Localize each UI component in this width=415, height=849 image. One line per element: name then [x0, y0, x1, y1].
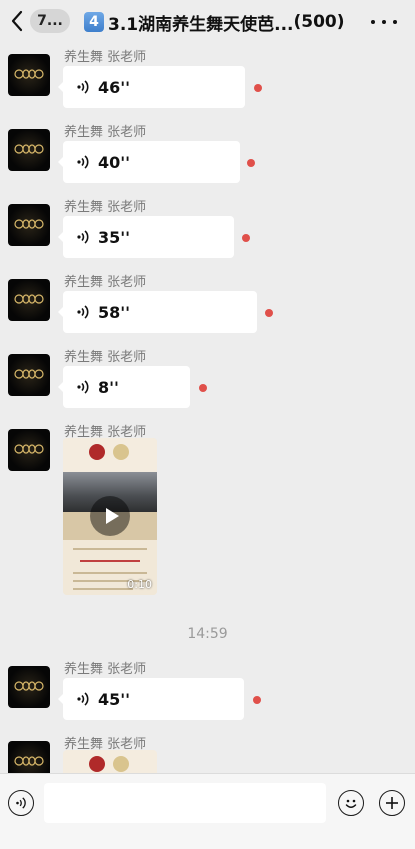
avatar-logo-icon	[14, 294, 44, 304]
voice-message-bubble[interactable]: 45''	[58, 678, 244, 720]
chat-title[interactable]: 4 3.1湖南养生舞天使芭... (500)	[84, 9, 354, 35]
sender-name: 养生舞 张老师	[64, 200, 147, 215]
chevron-left-icon	[11, 10, 23, 32]
play-icon	[105, 508, 119, 524]
unread-dot	[254, 84, 262, 92]
thumbnail-line	[73, 548, 147, 550]
thumbnail-line	[73, 572, 147, 574]
sender-name: 养生舞 张老师	[64, 125, 147, 140]
keycap-digit-four-icon: 4	[84, 12, 104, 32]
voice-wave-icon	[77, 80, 89, 94]
video-logo-icon	[113, 756, 129, 772]
more-options-button[interactable]	[371, 12, 397, 32]
message-row: 养生舞 张老师 35''	[0, 196, 415, 266]
voice-message-bubble[interactable]: 46''	[58, 66, 245, 108]
unread-dot	[253, 696, 261, 704]
voice-wave-icon	[77, 230, 89, 244]
sender-name: 养生舞 张老师	[64, 275, 147, 290]
voice-duration: 35''	[98, 227, 131, 247]
voice-duration: 8''	[98, 377, 119, 397]
chat-screen: 7... 4 3.1湖南养生舞天使芭... (500) 养生舞 张老师 46''…	[0, 0, 415, 849]
voice-wave-icon	[77, 692, 89, 706]
avatar[interactable]	[8, 279, 50, 321]
avatar[interactable]	[8, 666, 50, 708]
avatar[interactable]	[8, 354, 50, 396]
sender-name: 养生舞 张老师	[64, 350, 147, 365]
emoji-button[interactable]	[338, 790, 364, 816]
unread-dot	[247, 159, 255, 167]
thumbnail-line	[80, 560, 140, 562]
message-text-input[interactable]	[44, 783, 326, 823]
member-count: (500)	[293, 12, 345, 32]
avatar[interactable]	[8, 54, 50, 96]
avatar[interactable]	[8, 129, 50, 171]
voice-mode-button[interactable]	[8, 790, 34, 816]
video-logo-icon	[113, 444, 129, 460]
unread-dot	[242, 234, 250, 242]
voice-message-bubble[interactable]: 58''	[58, 291, 257, 333]
message-row: 养生舞 张老师 40''	[0, 121, 415, 191]
avatar-logo-icon	[14, 369, 44, 379]
sender-name: 养生舞 张老师	[64, 662, 147, 677]
more-dot-icon	[371, 20, 375, 24]
voice-duration: 45''	[98, 689, 131, 709]
voice-wave-icon	[77, 305, 89, 319]
voice-wave-icon	[77, 380, 89, 394]
avatar[interactable]	[8, 204, 50, 246]
voice-duration: 46''	[98, 77, 131, 97]
message-input-bar	[0, 773, 415, 849]
emoji-icon	[345, 799, 357, 808]
avatar-logo-icon	[14, 756, 44, 766]
back-button[interactable]: 7...	[10, 7, 74, 35]
play-button[interactable]	[90, 496, 130, 536]
message-row: 养生舞 张老师 46''	[0, 46, 415, 116]
voice-mode-icon	[16, 797, 26, 809]
chat-header: 7... 4 3.1湖南养生舞天使芭... (500)	[0, 0, 415, 44]
unread-dot	[265, 309, 273, 317]
message-row: 养生舞 张老师 45''	[0, 658, 415, 728]
avatar-logo-icon	[14, 144, 44, 154]
message-row: 养生舞 张老师 0:10	[0, 421, 415, 601]
voice-message-bubble[interactable]: 8''	[58, 366, 190, 408]
avatar[interactable]	[8, 741, 50, 773]
more-dot-icon	[382, 20, 386, 24]
avatar-logo-icon	[14, 69, 44, 79]
sender-name: 养生舞 张老师	[64, 50, 147, 65]
message-timestamp: 14:59	[187, 626, 228, 642]
thumbnail-line	[73, 588, 133, 590]
video-message[interactable]	[63, 750, 157, 773]
group-name: 3.1湖南养生舞天使芭...	[108, 14, 294, 35]
message-row: 养生舞 张老师 58''	[0, 271, 415, 341]
video-thumbnail-header	[63, 438, 157, 472]
avatar-logo-icon	[14, 219, 44, 229]
plus-button[interactable]	[379, 790, 405, 816]
video-logo-icon	[89, 444, 105, 460]
avatar[interactable]	[8, 429, 50, 471]
voice-message-bubble[interactable]: 40''	[58, 141, 240, 183]
video-message[interactable]: 0:10	[63, 438, 157, 595]
unread-dot	[199, 384, 207, 392]
voice-duration: 40''	[98, 152, 131, 172]
message-row: 养生舞 张老师 8''	[0, 346, 415, 416]
voice-duration: 58''	[98, 302, 131, 322]
video-duration: 0:10	[127, 578, 152, 591]
unread-count-badge: 7...	[30, 9, 70, 33]
message-row: 养生舞 张老师	[0, 733, 415, 773]
avatar-logo-icon	[14, 444, 44, 454]
plus-icon	[386, 797, 398, 809]
more-dot-icon	[393, 20, 397, 24]
voice-message-bubble[interactable]: 35''	[58, 216, 234, 258]
avatar-logo-icon	[14, 681, 44, 691]
video-logo-icon	[89, 756, 105, 772]
voice-wave-icon	[77, 155, 89, 169]
